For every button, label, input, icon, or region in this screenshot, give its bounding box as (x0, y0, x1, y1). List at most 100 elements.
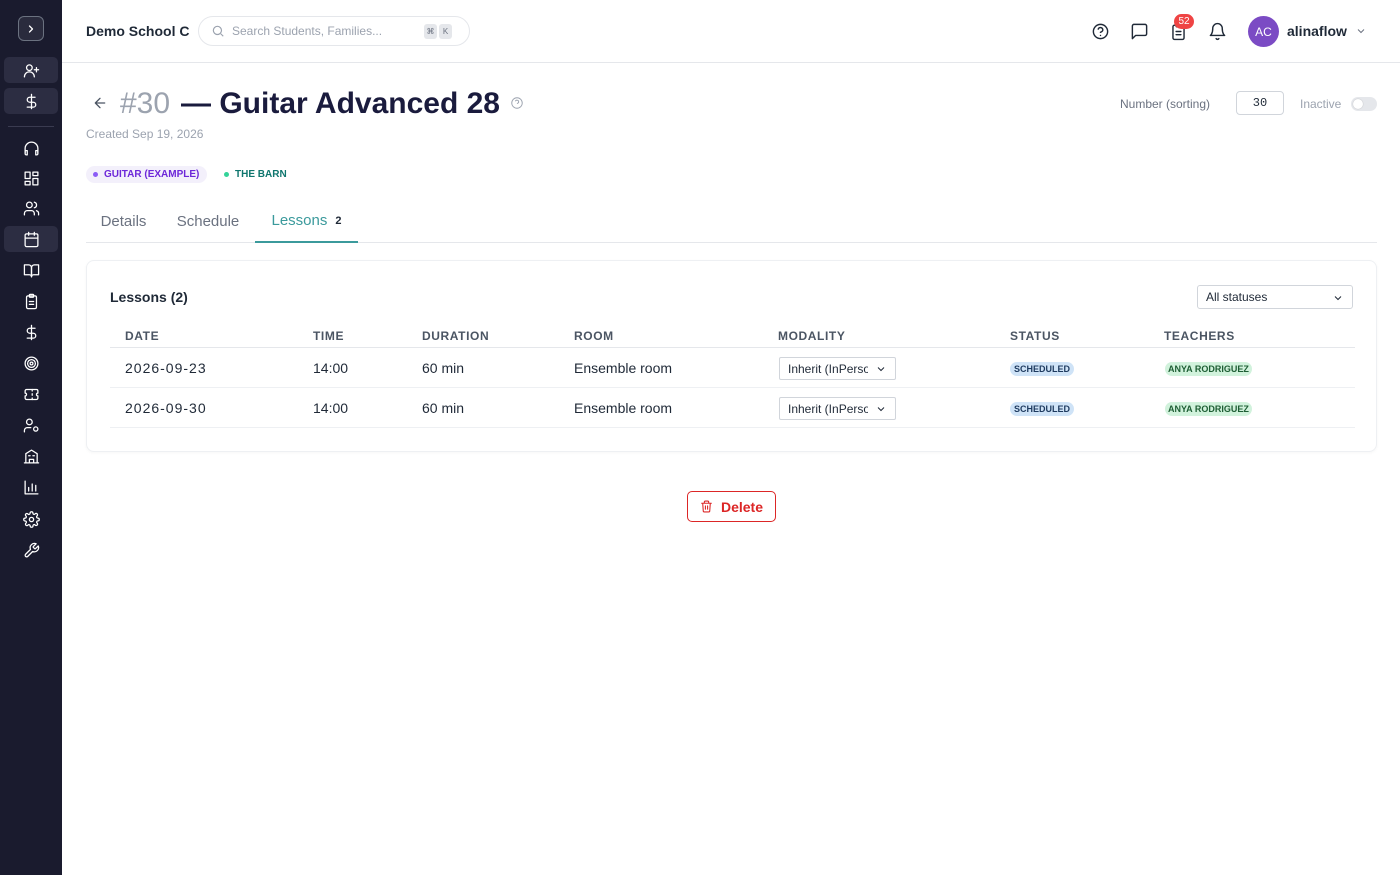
row-room: Ensemble room (574, 400, 673, 416)
tab-schedule[interactable]: Schedule (161, 200, 255, 242)
search-icon (212, 25, 224, 37)
sidebar-item-add-user[interactable] (4, 57, 58, 83)
sidebar-item-tasks[interactable] (4, 288, 58, 314)
back-button[interactable] (92, 95, 110, 113)
column-header-time[interactable]: TIME (313, 329, 344, 343)
sidebar-item-tickets[interactable] (4, 381, 58, 407)
building-icon (23, 448, 39, 464)
search-input[interactable] (232, 24, 422, 38)
sidebar-item-settings[interactable] (4, 506, 58, 532)
course-tag-label: GUITAR (EXAMPLE) (104, 169, 200, 180)
chevron-down-icon (1357, 29, 1365, 34)
target-icon (23, 355, 39, 371)
calendar-icon (23, 231, 39, 247)
message-icon (1131, 23, 1147, 39)
chevron-down-icon (877, 407, 885, 412)
sidebar-item-support[interactable] (4, 135, 58, 161)
row-date[interactable]: 2026-09-23 (125, 360, 207, 376)
tab-lessons[interactable]: Lessons 2 (255, 200, 358, 243)
dollar-icon (26, 324, 36, 340)
location-tag-label: THE BARN (235, 169, 287, 180)
column-header-teachers[interactable]: TEACHERS (1164, 329, 1235, 343)
group-number: #30 (120, 87, 171, 120)
column-header-status[interactable]: STATUS (1010, 329, 1060, 343)
sort-number-label: Number (sorting) (1120, 97, 1211, 111)
status-badge: SCHEDULED (1010, 402, 1075, 416)
status-filter-value: All statuses (1206, 290, 1268, 304)
column-header-date[interactable]: DATE (125, 329, 159, 343)
column-header-room[interactable]: ROOM (574, 329, 614, 343)
ticket-icon (23, 388, 39, 400)
status-filter-select[interactable]: All statuses (1197, 285, 1353, 309)
inactive-toggle[interactable] (1351, 97, 1377, 111)
row-date[interactable]: 2026-09-30 (125, 400, 207, 416)
help-circle-icon (1092, 23, 1108, 39)
sidebar-item-dashboard[interactable] (4, 165, 58, 191)
search-box[interactable]: ⌘ K (198, 16, 470, 46)
shortcut-key-cmd: ⌘ (424, 23, 437, 39)
sidebar-item-payments[interactable] (4, 88, 58, 114)
users-icon (23, 200, 39, 216)
avatar[interactable]: AC (1248, 16, 1279, 47)
location-tag[interactable]: THE BARN (217, 166, 295, 183)
sidebar (0, 0, 62, 875)
sidebar-item-tools[interactable] (4, 537, 58, 563)
delete-button[interactable]: Delete (687, 491, 776, 522)
tag-dot (93, 172, 98, 177)
trash-icon (701, 500, 712, 513)
notifications-button[interactable] (1206, 20, 1228, 42)
row-time: 14:00 (313, 400, 349, 416)
top-bar: Demo School C ⌘ K 52 AC alinaflow (62, 0, 1400, 63)
gear-icon (22, 510, 40, 528)
row-divider (110, 427, 1355, 428)
title-help[interactable] (510, 96, 525, 111)
user-menu-chevron[interactable] (1355, 24, 1369, 38)
tab-label: Lessons (271, 212, 328, 229)
teacher-badge[interactable]: ANYA RODRIGUEZ (1165, 362, 1252, 376)
dollar-icon (26, 93, 36, 109)
tab-label: Schedule (176, 212, 240, 230)
headset-icon (23, 140, 39, 156)
modality-select[interactable]: Inherit (InPerson) (779, 357, 896, 380)
sort-number-input[interactable] (1236, 91, 1284, 115)
modality-value: Inherit (InPerson) (788, 401, 868, 416)
sidebar-item-billing[interactable] (4, 319, 58, 345)
course-tag[interactable]: GUITAR (EXAMPLE) (86, 166, 208, 183)
row-time: 14:00 (313, 360, 349, 376)
sidebar-item-locations[interactable] (4, 443, 58, 469)
sidebar-item-goals[interactable] (4, 350, 58, 376)
user-plus-icon (23, 63, 39, 78)
tabs: Details Schedule Lessons 2 (86, 200, 1377, 243)
lessons-title: Lessons (2) (110, 289, 188, 305)
status-badge: SCHEDULED (1010, 362, 1075, 376)
username[interactable]: alinaflow (1287, 23, 1347, 39)
messages-button[interactable] (1128, 20, 1150, 42)
school-name[interactable]: Demo School C (86, 23, 189, 39)
help-circle-icon (511, 97, 523, 109)
sidebar-item-calendar[interactable] (4, 226, 58, 252)
tab-details[interactable]: Details (86, 200, 161, 242)
modality-select[interactable]: Inherit (InPerson) (779, 397, 896, 420)
sidebar-item-students[interactable] (4, 195, 58, 221)
sidebar-item-reports[interactable] (4, 474, 58, 500)
table-header-divider (110, 347, 1355, 348)
chart-icon (23, 479, 39, 495)
bell-icon (1209, 22, 1225, 40)
column-header-modality[interactable]: MODALITY (778, 329, 845, 343)
inactive-label: Inactive (1300, 97, 1342, 111)
sidebar-item-staff[interactable] (4, 412, 58, 438)
help-button[interactable] (1089, 20, 1111, 42)
row-divider (110, 387, 1355, 388)
wrench-icon (24, 542, 39, 557)
dashboard-icon (23, 170, 39, 186)
sidebar-item-courses[interactable] (4, 257, 58, 283)
modality-value: Inherit (InPerson) (788, 361, 868, 376)
clipboard-icon (25, 293, 37, 309)
sidebar-expand-button[interactable] (18, 16, 44, 41)
main-content: #30 — Guitar Advanced 28 Created Sep 19,… (62, 63, 1400, 875)
column-header-duration[interactable]: DURATION (422, 329, 489, 343)
user-gear-icon (23, 417, 39, 433)
page-title: — Guitar Advanced 28 (181, 87, 500, 120)
teacher-badge[interactable]: ANYA RODRIGUEZ (1165, 402, 1252, 416)
lessons-card: Lessons (2) All statuses DATE TIME DURAT… (86, 260, 1377, 452)
